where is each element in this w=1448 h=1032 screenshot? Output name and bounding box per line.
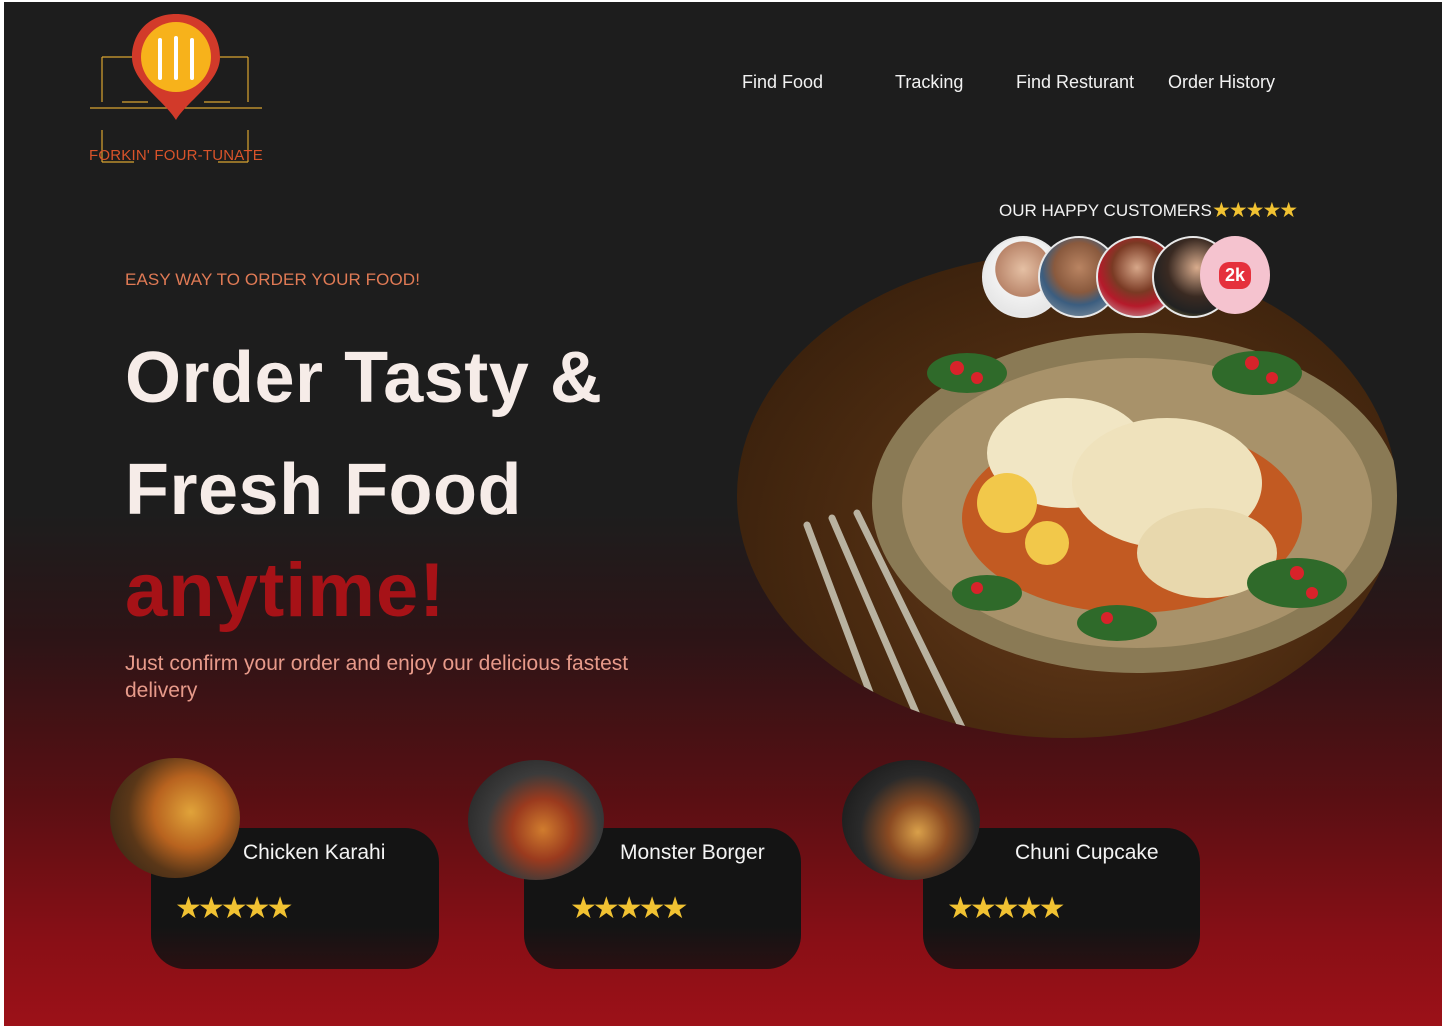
headline-line-1: Order Tasty & [125,338,603,418]
brand-logo[interactable]: FORKIN' FOUR-TUNATE [86,12,266,172]
headline-accent: anytime! [125,548,446,633]
card-rating-stars: ★★★★★ [175,892,294,925]
hero-headline: Order Tasty & Fresh Food [125,322,602,546]
card-rating-stars: ★★★★★ [570,892,689,925]
hero-tagline: EASY WAY TO ORDER YOUR FOOD! [125,270,421,289]
chicken-karahi-image [110,758,240,878]
happy-customers-label: OUR HAPPY CUSTOMERS [999,201,1212,220]
headline-line-2: Fresh Food [125,450,522,530]
nav-tracking[interactable]: Tracking [895,72,963,93]
customer-rating-stars: ★★★★★ [1212,199,1298,222]
hero-subtext: Just confirm your order and enjoy our de… [125,652,629,702]
brand-name: FORKIN' FOUR-TUNATE [89,147,263,164]
customer-count-badge: 2k [1200,236,1270,314]
card-title: Chuni Cupcake [1015,841,1159,864]
hero-food-image [737,253,1397,738]
customer-count: 2k [1218,261,1252,289]
monster-borger-image [468,760,604,880]
nav-find-food[interactable]: Find Food [742,72,823,93]
card-title: Monster Borger [620,841,765,864]
chuni-cupcake-image [842,760,980,880]
fish-dish-illustration [803,333,1397,738]
page-frame: FORKIN' FOUR-TUNATE Find Food Tracking F… [4,2,1442,1026]
nav-find-restaurant[interactable]: Find Resturant [1016,72,1134,93]
card-title: Chicken Karahi [243,841,386,864]
nav-order-history[interactable]: Order History [1168,72,1275,93]
card-rating-stars: ★★★★★ [947,892,1066,925]
